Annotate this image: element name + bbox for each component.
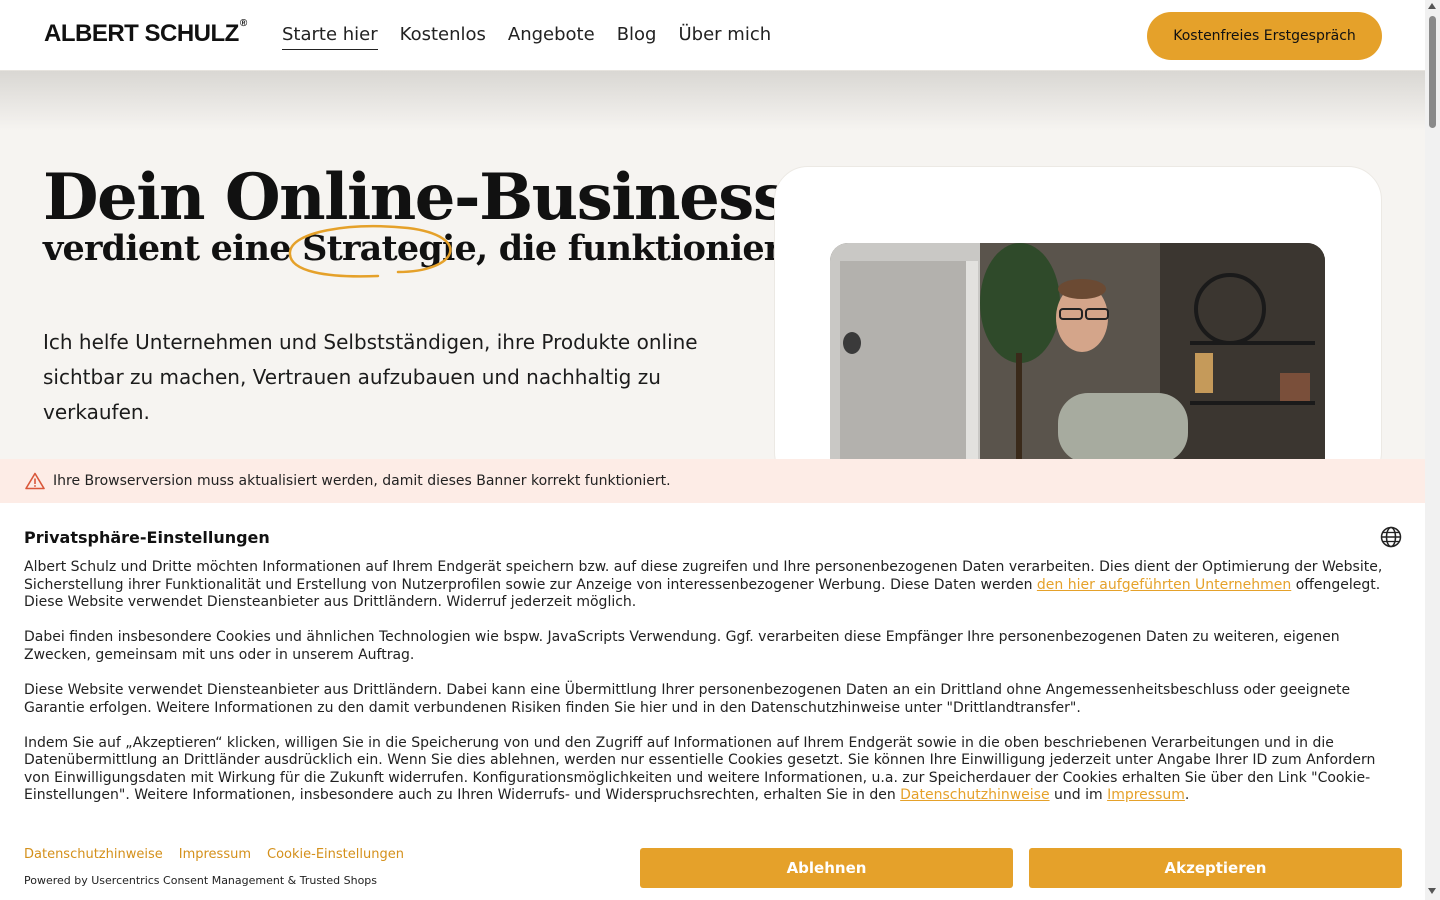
companies-link[interactable]: den hier aufgeführten Unternehmen (1037, 577, 1291, 593)
logo[interactable]: ALBERT SCHULZ® (44, 18, 247, 48)
consent-dialog: Privatsphäre-Einstellungen Albert Schulz… (0, 503, 1425, 900)
consent-footer-links: Datenschutzhinweise Impressum Cookie-Ein… (24, 847, 404, 862)
main-nav: Starte hier Kostenlos Angebote Blog Über… (282, 24, 771, 50)
warning-triangle-icon (25, 472, 45, 490)
nav-item-starte-hier[interactable]: Starte hier (282, 24, 378, 50)
hero-subtitle-highlight: Strategie, (288, 225, 488, 278)
browser-warning-text: Ihre Browserversion muss aktualisiert we… (53, 473, 671, 489)
scroll-thumb[interactable] (1429, 16, 1436, 128)
imprint-link[interactable]: Impressum (1107, 787, 1185, 803)
logo-registered-mark: ® (239, 18, 247, 29)
cta-button[interactable]: Kostenfreies Erstgespräch (1147, 12, 1382, 60)
logo-text: ALBERT SCHULZ (44, 20, 239, 47)
nav-item-ueber-mich[interactable]: Über mich (678, 24, 771, 50)
hero-video-thumbnail[interactable] (830, 243, 1325, 463)
person-at-desk-image (830, 243, 1325, 463)
hero-subtitle-end: die funktioniert. (487, 228, 809, 269)
hero-lead: Ich helfe Unternehmen und Selbstständige… (43, 330, 698, 424)
browser-warning-bar: Ihre Browserversion muss aktualisiert we… (0, 459, 1425, 503)
hero-subtitle: verdient eine Strategie, die funktionier… (43, 225, 809, 278)
page-scrollbar[interactable] (1425, 0, 1440, 900)
privacy-link[interactable]: Datenschutzhinweise (900, 787, 1049, 803)
hero-subtitle-start: verdient eine (43, 228, 303, 269)
header-shadow (0, 71, 1425, 131)
consent-paragraph: Dabei finden insbesondere Cookies und äh… (24, 629, 1340, 663)
scroll-up-arrow-icon[interactable] (1428, 3, 1436, 9)
scroll-down-arrow-icon[interactable] (1428, 888, 1436, 894)
decline-button[interactable]: Ablehnen (640, 848, 1013, 888)
powered-by-text: Powered by Usercentrics Consent Manageme… (24, 874, 378, 887)
nav-item-kostenlos[interactable]: Kostenlos (400, 24, 486, 50)
consent-text: und im (1049, 787, 1108, 804)
site-header: ALBERT SCHULZ® Starte hier Kostenlos Ang… (0, 0, 1425, 71)
footer-link-impressum[interactable]: Impressum (179, 847, 251, 862)
nav-item-angebote[interactable]: Angebote (508, 24, 595, 50)
consent-paragraph: Diese Website verwendet Diensteanbieter … (24, 681, 1351, 716)
consent-title: Privatsphäre-Einstellungen (24, 528, 270, 547)
consent-text: . (1184, 787, 1190, 804)
nav-item-blog[interactable]: Blog (617, 24, 657, 50)
globe-icon[interactable] (1380, 526, 1402, 548)
consent-body: Albert Schulz und Dritte möchten Informa… (24, 559, 1404, 823)
footer-link-cookie-settings[interactable]: Cookie-Einstellungen (267, 847, 404, 862)
consent-paragraph: Indem Sie auf „Akzeptieren“ klicken, wil… (24, 735, 1404, 805)
highlight-ellipse-icon (288, 225, 452, 278)
accept-button[interactable]: Akzeptieren (1029, 848, 1402, 888)
footer-link-datenschutz[interactable]: Datenschutzhinweise (24, 847, 163, 862)
consent-paragraph: Albert Schulz und Dritte möchten Informa… (24, 559, 1404, 612)
